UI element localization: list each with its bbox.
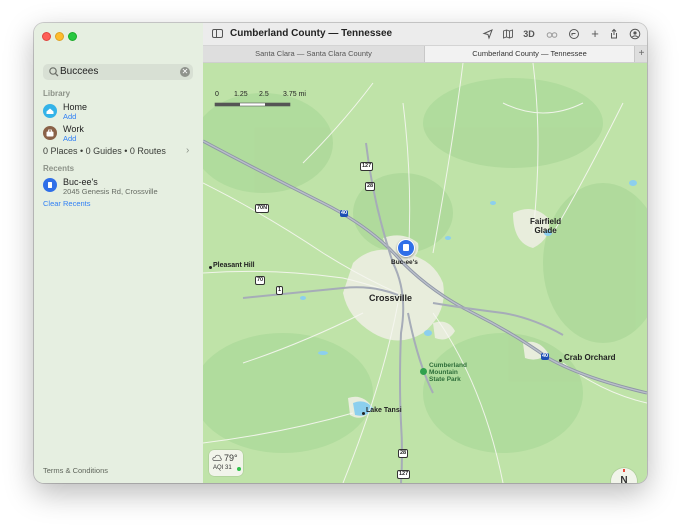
route-shield-1: 1 (276, 286, 284, 295)
tab-bar: Santa Clara — Santa Clara County Cumberl… (203, 46, 647, 63)
scale-label-1: 1.25 (234, 91, 248, 98)
home-icon (43, 104, 57, 118)
chevron-right-icon[interactable]: › (186, 145, 189, 156)
city-label-fairfield-glade[interactable]: Fairfield Glade (530, 217, 561, 235)
compass-label: N (620, 475, 628, 483)
work-label: Work (63, 124, 84, 134)
add-icon[interactable]: + (588, 27, 602, 41)
aqi-status-icon (237, 467, 241, 471)
route-shield-28: 28 (365, 182, 376, 191)
window-title: Cumberland County — Tennessee (230, 28, 393, 39)
search-icon (49, 67, 59, 77)
map-canvas (203, 63, 647, 483)
route-shield-28-south: 28 (398, 449, 409, 458)
scale-label-3: 3.75 mi (283, 91, 306, 98)
home-label: Home (63, 102, 88, 112)
briefcase-icon (43, 126, 57, 140)
scale-label-0: 0 (215, 91, 219, 98)
scale-bar (214, 102, 291, 107)
interstate-shield-40-east: 40 (541, 353, 550, 360)
aqi-value: AQI 31 (213, 465, 232, 471)
places-summary[interactable]: 0 Places • 0 Guides • 0 Routes (43, 146, 166, 156)
route-shield-127-south: 127 (397, 470, 411, 479)
recent-address: 2045 Genesis Rd, Crossville (63, 187, 158, 196)
recent-name: Buc-ee's (63, 177, 98, 187)
place-label-pleasant-hill[interactable]: Pleasant Hill (213, 262, 255, 269)
look-around-icon[interactable] (545, 27, 559, 41)
sidebar: Buccees ✕ Library Home Add Work Add 0 Pl… (34, 23, 204, 483)
route-shield-70: 70 (255, 276, 266, 285)
zoom-button[interactable] (68, 32, 77, 41)
clear-recents-link[interactable]: Clear Recents (43, 199, 91, 208)
interstate-shield-40: 40 (340, 210, 349, 217)
route-shield-127: 127 (360, 162, 374, 171)
scale-label-2: 2.5 (259, 91, 269, 98)
map-mode-icon[interactable] (501, 27, 515, 41)
place-dot (362, 412, 365, 415)
bucees-pin-icon[interactable] (397, 239, 415, 257)
tab-cumberland[interactable]: Cumberland County — Tennessee (425, 46, 634, 62)
search-input[interactable]: Buccees (60, 66, 98, 77)
library-heading: Library (43, 89, 71, 98)
place-label-crab-orchard[interactable]: Crab Orchard (564, 353, 616, 362)
cloud-icon (212, 454, 222, 461)
work-add-link[interactable]: Add (63, 134, 76, 143)
place-dot (209, 266, 212, 269)
temperature: 79° (224, 453, 238, 463)
search-field[interactable]: Buccees ✕ (43, 64, 193, 80)
pin-label: Buc-ee's (391, 259, 418, 266)
compass-north-marker (623, 469, 625, 472)
sidebar-toggle-icon[interactable] (212, 29, 223, 38)
city-label-crossville[interactable]: Crossville (369, 293, 412, 303)
terms-link[interactable]: Terms & Conditions (43, 466, 108, 475)
minimize-button[interactable] (55, 32, 64, 41)
map-view[interactable]: 0 1.25 2.5 3.75 mi 127 28 40 70N 70 1 40… (203, 63, 647, 483)
weather-widget[interactable]: 79° AQI 31 (209, 450, 243, 476)
account-icon[interactable] (628, 27, 642, 41)
home-add-link[interactable]: Add (63, 112, 76, 121)
close-button[interactable] (42, 32, 51, 41)
directions-icon[interactable] (567, 27, 581, 41)
place-dot (559, 359, 562, 362)
fuel-pump-icon (43, 178, 57, 192)
route-shield-70n: 70N (255, 204, 270, 213)
share-icon[interactable] (607, 27, 621, 41)
place-label-state-park[interactable]: Cumberland Mountain State Park (429, 362, 467, 383)
park-icon[interactable] (420, 368, 427, 375)
place-label-lake-tansi[interactable]: Lake Tansi (366, 407, 402, 414)
location-arrow-icon[interactable] (481, 27, 495, 41)
maps-window: Buccees ✕ Library Home Add Work Add 0 Pl… (34, 23, 647, 483)
recents-heading: Recents (43, 164, 75, 173)
clear-search-icon[interactable]: ✕ (180, 67, 190, 77)
3d-button[interactable]: 3D (522, 27, 536, 41)
tab-santa-clara[interactable]: Santa Clara — Santa Clara County (203, 46, 425, 62)
new-tab-icon[interactable]: + (634, 46, 647, 62)
toolbar: Cumberland County — Tennessee 3D + (203, 23, 647, 46)
